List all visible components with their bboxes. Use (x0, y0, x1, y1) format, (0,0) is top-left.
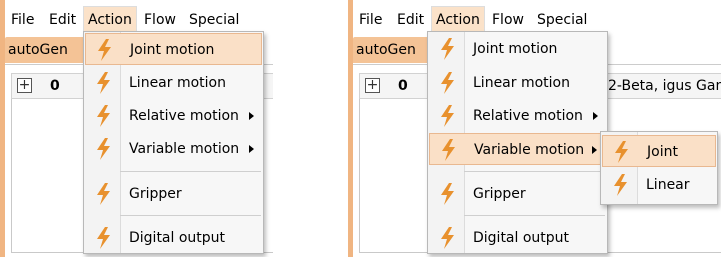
menu-item-joint-motion[interactable]: Joint motion (429, 33, 606, 65)
submenu-item-label: Joint (647, 144, 678, 160)
menu-item-label: Gripper (473, 186, 526, 202)
right-screenshot-panel: File Edit Action Flow Special autoGen + … (348, 0, 721, 257)
program-tab[interactable]: autoGen (353, 37, 431, 63)
lightning-bolt-icon (441, 183, 454, 205)
row-index: 0 (398, 78, 408, 94)
menu-separator (464, 215, 605, 216)
lightning-bolt-icon (97, 105, 110, 127)
menu-separator (120, 215, 261, 216)
menu-item-label: Digital output (129, 230, 226, 246)
menu-action[interactable]: Action (431, 6, 485, 34)
submenu-arrow-icon (593, 112, 598, 120)
menu-item-joint-motion[interactable]: Joint motion (85, 33, 262, 65)
expand-plus-icon[interactable]: + (365, 78, 380, 93)
lightning-bolt-icon (614, 174, 627, 196)
menu-item-linear-motion[interactable]: Linear motion (85, 67, 262, 99)
menu-item-relative-motion[interactable]: Relative motion (85, 100, 262, 132)
menu-action[interactable]: Action (83, 6, 137, 34)
menu-edit[interactable]: Edit (393, 6, 428, 34)
lightning-bolt-icon (97, 138, 110, 160)
lightning-bolt-icon (97, 227, 110, 249)
menu-file[interactable]: File (355, 6, 386, 34)
menu-item-label: Joint motion (130, 42, 215, 58)
expand-plus-icon[interactable]: + (17, 78, 32, 93)
menu-item-variable-motion[interactable]: Variable motion (85, 133, 262, 165)
lightning-bolt-icon (615, 141, 628, 163)
row-description: 2-Beta, igus Gant (608, 78, 721, 94)
menu-edit[interactable]: Edit (45, 6, 80, 34)
menu-item-variable-motion[interactable]: Variable motion (429, 133, 606, 165)
menu-item-gripper[interactable]: Gripper (85, 178, 262, 210)
menu-item-label: Linear motion (473, 75, 570, 91)
menu-item-label: Digital output (473, 230, 570, 246)
submenu-arrow-icon (249, 112, 254, 120)
menu-item-digital-output[interactable]: Digital output (85, 222, 262, 254)
menu-file[interactable]: File (7, 6, 38, 34)
lightning-bolt-icon (442, 139, 455, 161)
submenu-arrow-icon (249, 145, 254, 153)
menu-item-label: Linear motion (129, 75, 226, 91)
menu-item-gripper[interactable]: Gripper (429, 178, 606, 210)
lightning-bolt-icon (97, 72, 110, 94)
menu-bar: File Edit Action Flow Special (5, 6, 273, 34)
variable-motion-submenu: Joint Linear (600, 131, 718, 205)
submenu-arrow-icon (592, 146, 597, 154)
menu-item-digital-output[interactable]: Digital output (429, 222, 606, 254)
submenu-item-linear[interactable]: Linear (602, 169, 716, 201)
lightning-bolt-icon (441, 38, 454, 60)
menu-item-label: Relative motion (129, 108, 239, 124)
lightning-bolt-icon (441, 72, 454, 94)
menu-item-label: Joint motion (473, 41, 558, 57)
menu-item-label: Gripper (129, 186, 182, 202)
menu-bar: File Edit Action Flow Special (353, 6, 721, 34)
program-tab[interactable]: autoGen (5, 37, 83, 63)
menu-item-relative-motion[interactable]: Relative motion (429, 100, 606, 132)
submenu-item-label: Linear (646, 177, 690, 193)
menu-special[interactable]: Special (533, 6, 591, 34)
menu-flow[interactable]: Flow (488, 6, 528, 34)
left-screenshot-panel: File Edit Action Flow Special autoGen + … (0, 0, 273, 257)
menu-item-label: Variable motion (129, 141, 240, 157)
menu-item-label: Relative motion (473, 108, 583, 124)
menu-special[interactable]: Special (185, 6, 243, 34)
menu-item-label: Variable motion (474, 142, 585, 158)
menu-flow[interactable]: Flow (140, 6, 180, 34)
lightning-bolt-icon (98, 39, 111, 61)
action-dropdown-menu: Joint motion Linear motion Relative moti… (83, 31, 264, 254)
menu-item-linear-motion[interactable]: Linear motion (429, 67, 606, 99)
row-index: 0 (50, 78, 60, 94)
lightning-bolt-icon (97, 183, 110, 205)
action-dropdown-menu: Joint motion Linear motion Relative moti… (427, 31, 608, 254)
lightning-bolt-icon (441, 105, 454, 127)
menu-separator (120, 171, 261, 172)
menu-separator (464, 171, 605, 172)
lightning-bolt-icon (441, 227, 454, 249)
submenu-item-joint[interactable]: Joint (602, 135, 716, 167)
